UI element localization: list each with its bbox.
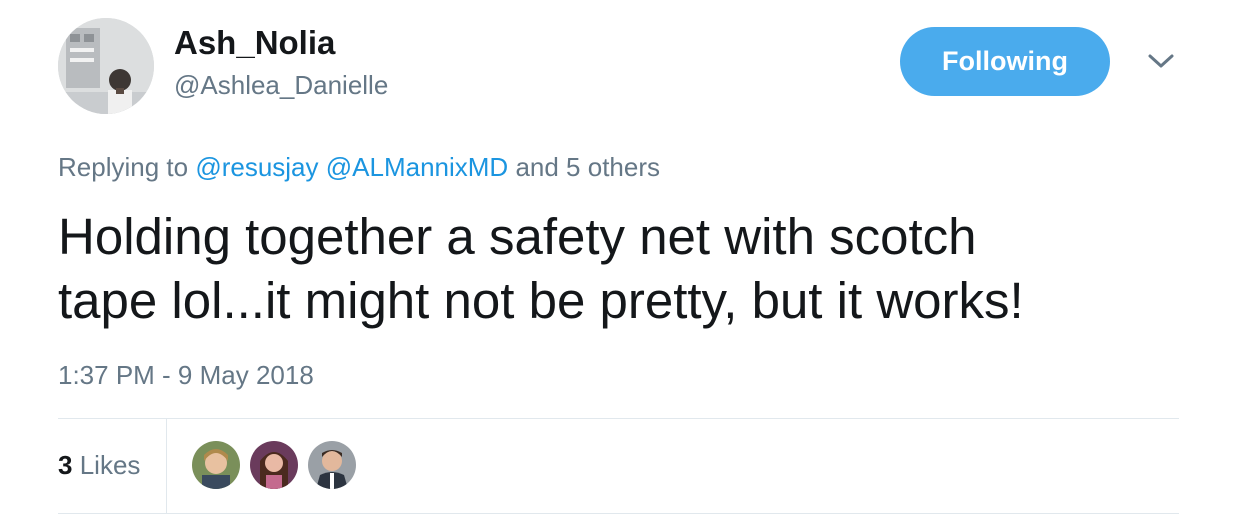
- author-name[interactable]: Ash_Nolia: [174, 24, 335, 62]
- author-avatar[interactable]: [58, 18, 154, 114]
- user-photo-icon: [192, 441, 240, 489]
- liker-avatar-3[interactable]: [308, 441, 356, 489]
- following-button[interactable]: Following: [900, 27, 1110, 96]
- liker-avatar-1[interactable]: [192, 441, 240, 489]
- avatar-photo-icon: [58, 18, 154, 114]
- replying-to-label: Replying to: [58, 152, 189, 182]
- mention-link-almannixmd[interactable]: @ALMannixMD: [326, 152, 508, 182]
- divider-bottom: [58, 513, 1179, 514]
- tweet-timestamp[interactable]: 1:37 PM - 9 May 2018: [58, 360, 314, 391]
- likes-label: Likes: [79, 450, 141, 480]
- user-photo-icon: [250, 441, 298, 489]
- chevron-down-icon[interactable]: [1146, 50, 1176, 72]
- tweet-text-line: tape lol...it might not be pretty, but i…: [58, 272, 1024, 329]
- tweet-text-line: Holding together a safety net with scotc…: [58, 208, 977, 265]
- divider-top: [58, 418, 1179, 419]
- mention-link-resusjay[interactable]: @resusjay: [195, 152, 318, 182]
- author-handle[interactable]: @Ashlea_Danielle: [174, 70, 388, 101]
- others-label[interactable]: and 5 others: [515, 152, 660, 182]
- liker-avatar-2[interactable]: [250, 441, 298, 489]
- stats-divider: [166, 418, 167, 513]
- user-photo-icon: [308, 441, 356, 489]
- replying-to-line: Replying to @resusjay @ALMannixMD and 5 …: [58, 152, 660, 183]
- tweet-text: Holding together a safety net with scotc…: [58, 205, 1198, 333]
- likes-count[interactable]: 3 Likes: [58, 450, 140, 481]
- likes-number: 3: [58, 450, 73, 480]
